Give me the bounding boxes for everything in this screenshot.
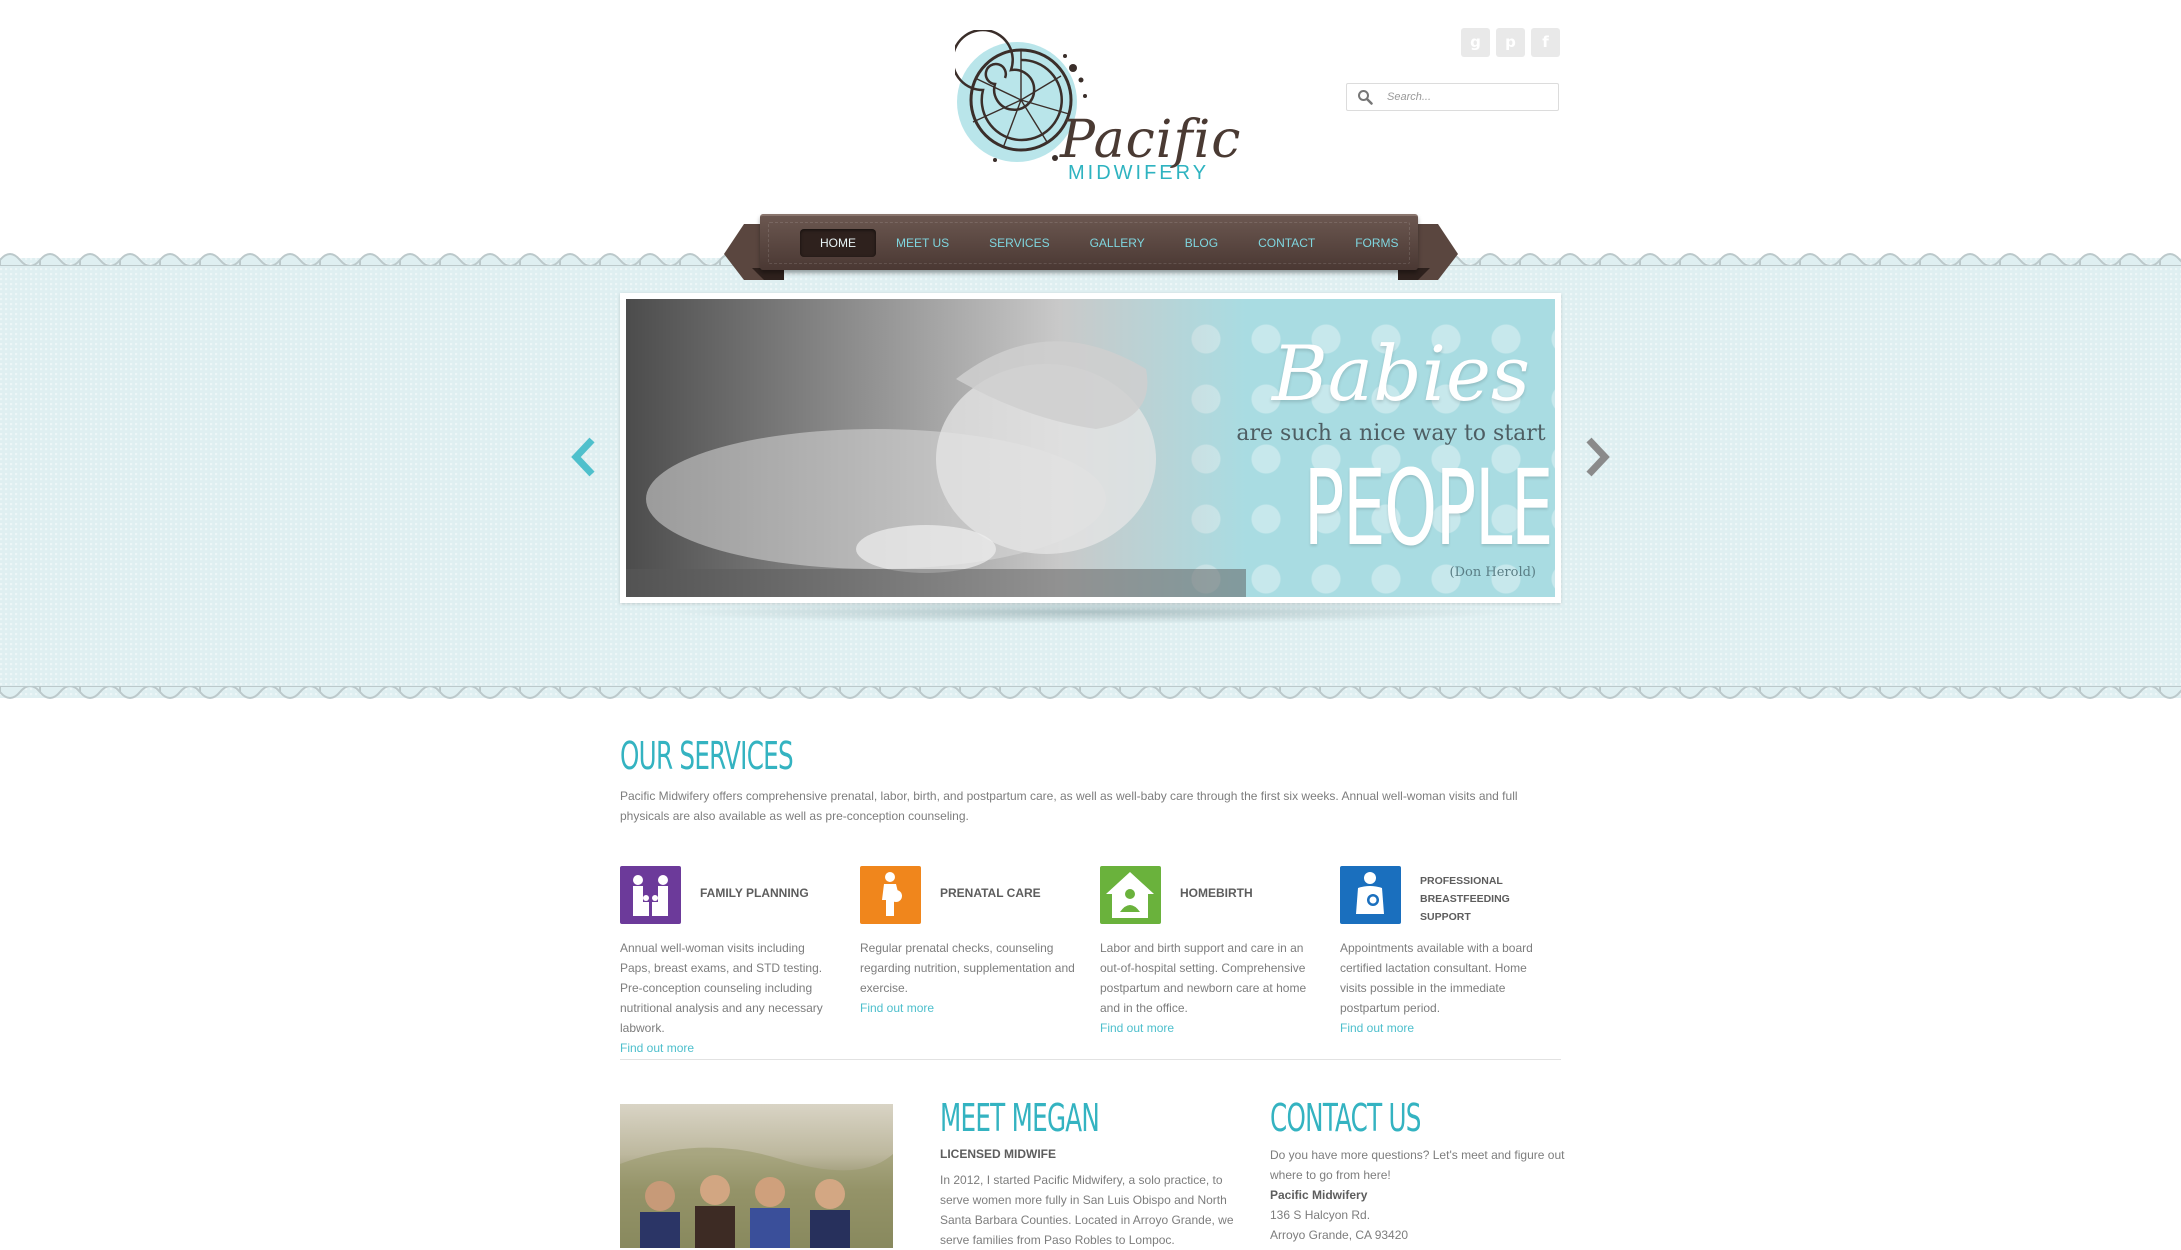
service-text: Appointments available with a board cert…	[1340, 941, 1533, 1015]
slide-attribution: (Don Herold)	[1449, 565, 1536, 580]
nav-item-home[interactable]: HOME	[800, 229, 876, 257]
find-out-more-link[interactable]: Find out more	[1100, 1018, 1315, 1038]
meet-text: In 2012, I started Pacific Midwifery, a …	[940, 1173, 1234, 1247]
section-divider	[620, 1059, 1561, 1060]
service-text: Labor and birth support and care in an o…	[1100, 941, 1307, 1015]
slide-headline: Babies	[1271, 329, 1531, 418]
home-icon[interactable]	[1100, 866, 1161, 924]
slider-shadow	[660, 600, 1520, 624]
contact-address-line1: 136 S Halcyon Rd.	[1270, 1208, 1371, 1222]
service-title: PROFESSIONAL BREASTFEEDING SUPPORT	[1420, 875, 1510, 923]
contact-intro: Do you have more questions? Let's meet a…	[1270, 1148, 1565, 1182]
find-out-more-link[interactable]: Find out more	[1340, 1018, 1555, 1038]
hero-slider: Babies are such a nice way to start PEOP…	[620, 293, 1561, 603]
service-description: Labor and birth support and care in an o…	[1100, 938, 1315, 1038]
google-plus-icon[interactable]: g	[1461, 28, 1490, 57]
nav-item-forms[interactable]: FORMS	[1335, 229, 1418, 257]
slide-subline: are such a nice way to start	[1236, 421, 1546, 446]
find-out-more-link[interactable]: Find out more	[860, 998, 1075, 1018]
meet-heading: MEET MEGAN	[940, 1096, 1100, 1140]
facebook-icon[interactable]: f	[1531, 28, 1560, 57]
logo-tagline: MIDWIFERY	[1068, 162, 1210, 184]
service-title: PRENATAL CARE	[940, 886, 1041, 900]
slider-next-arrow-icon[interactable]	[1583, 436, 1613, 478]
service-title: HOMEBIRTH	[1180, 886, 1253, 900]
service-text: Annual well-woman visits including Paps,…	[620, 941, 823, 1035]
services-intro: Pacific Midwifery offers comprehensive p…	[620, 789, 1518, 823]
nav-item-contact[interactable]: CONTACT	[1238, 229, 1335, 257]
search-icon[interactable]	[1357, 89, 1373, 105]
nav-item-services[interactable]: SERVICES	[969, 229, 1069, 257]
service-description: Annual well-woman visits including Paps,…	[620, 938, 835, 1058]
slide[interactable]: Babies are such a nice way to start PEOP…	[626, 299, 1555, 597]
service-description: Appointments available with a board cert…	[1340, 938, 1555, 1038]
contact-name: Pacific Midwifery	[1270, 1188, 1368, 1202]
breastfeeding-icon[interactable]	[1340, 866, 1401, 924]
sleeping-baby-image	[626, 341, 1246, 597]
service-title: FAMILY PLANNING	[700, 886, 809, 900]
family-photo	[620, 1104, 893, 1248]
search-box[interactable]	[1346, 83, 1559, 111]
slider-prev-arrow-icon[interactable]	[568, 436, 598, 478]
pinterest-icon[interactable]: p	[1496, 28, 1525, 57]
service-description: Regular prenatal checks, counseling rega…	[860, 938, 1075, 1018]
main-nav: HOME MEET US SERVICES GALLERY BLOG CONTA…	[760, 214, 1418, 270]
pregnant-woman-icon[interactable]	[860, 866, 921, 924]
nav-item-blog[interactable]: BLOG	[1165, 229, 1238, 257]
wave-border-bottom	[0, 686, 2181, 706]
meet-subtitle: LICENSED MIDWIFE	[940, 1147, 1056, 1161]
contact-block: Do you have more questions? Let's meet a…	[1270, 1145, 1580, 1245]
nav-item-meet-us[interactable]: MEET US	[876, 229, 969, 257]
contact-address-line2: Arroyo Grande, CA 93420	[1270, 1228, 1409, 1242]
logo-name: Pacific	[1060, 110, 1242, 170]
services-heading: OUR SERVICES	[620, 734, 794, 778]
slide-big-word: PEOPLE.	[1303, 447, 1555, 569]
nav-item-gallery[interactable]: GALLERY	[1070, 229, 1165, 257]
family-icon[interactable]	[620, 866, 681, 924]
contact-heading: CONTACT US	[1270, 1096, 1421, 1140]
family-photo-image	[620, 1147, 893, 1248]
search-input[interactable]	[1387, 88, 1552, 106]
find-out-more-link[interactable]: Find out more	[620, 1038, 835, 1058]
service-text: Regular prenatal checks, counseling rega…	[860, 941, 1075, 995]
